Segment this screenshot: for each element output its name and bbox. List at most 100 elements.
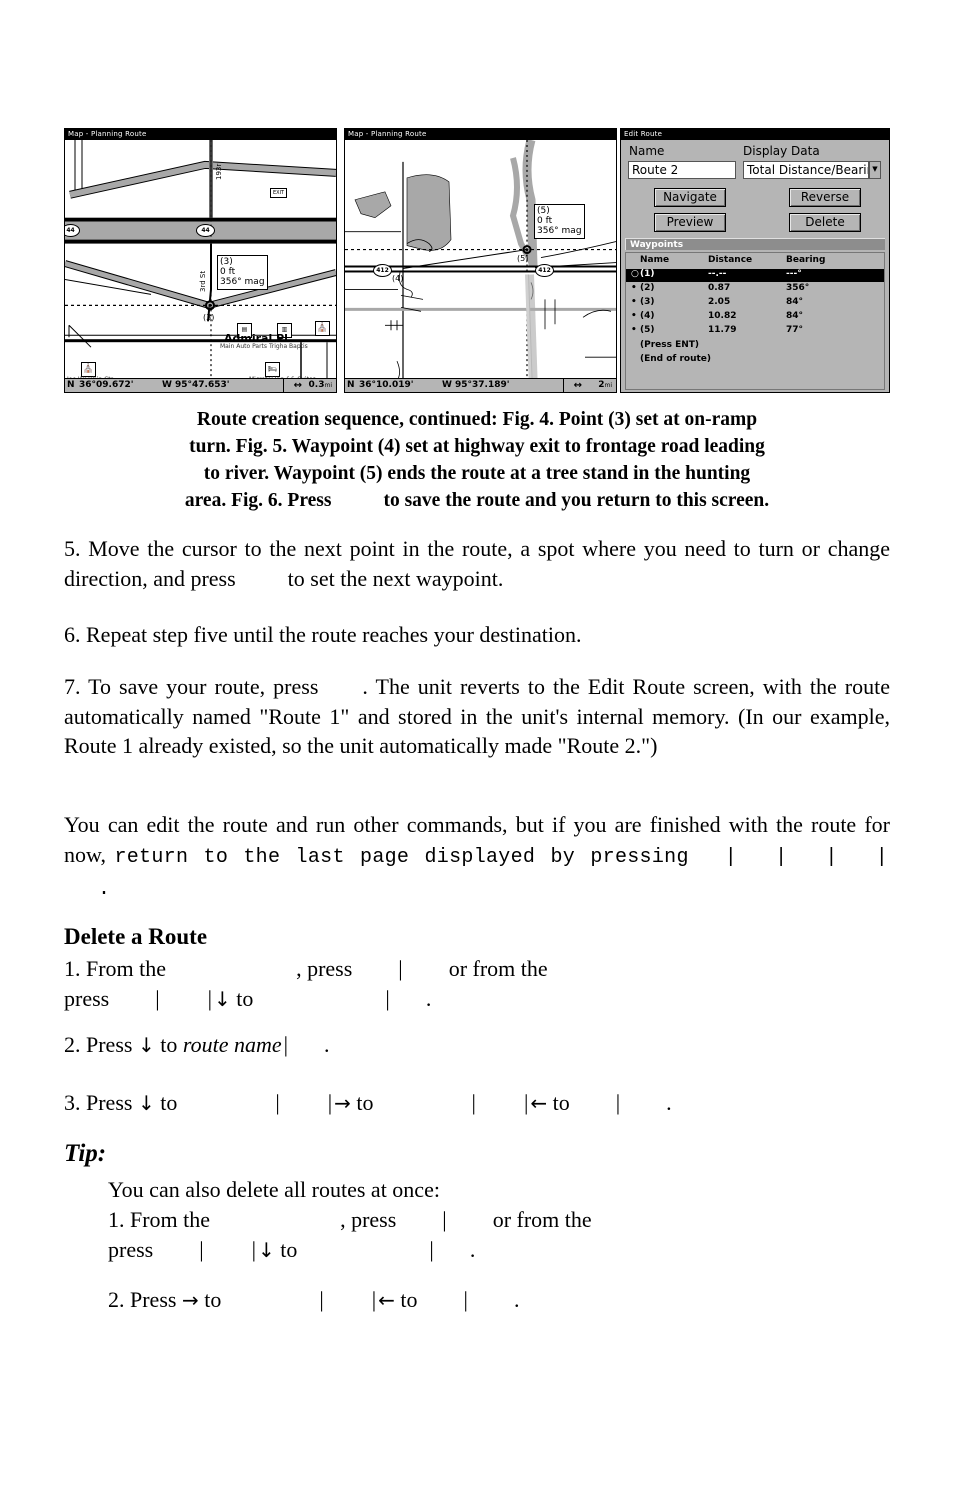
scale-arrows-icon: ↔	[573, 380, 582, 391]
delete-step1-d: press	[64, 985, 110, 1011]
exit-badge: EXIT	[270, 188, 288, 198]
paragraph-tip-intro: You can also delete all routes at once:	[64, 1175, 890, 1205]
paragraph-delete-step-3: 3. Press ↓ to | | → to | | ← to |.	[64, 1088, 890, 1119]
waypoints-section-header: Waypoints	[625, 238, 885, 250]
latitude-value: 36°10.019'	[359, 380, 414, 390]
arrow-down-icon: ↓	[137, 1091, 155, 1115]
figure-6-edit-route-screenshot: Edit Route Name Display Data Route 2 Tot…	[620, 128, 890, 393]
tip-step1-a: 1. From the	[108, 1207, 211, 1232]
delete-button[interactable]: Delete	[789, 213, 861, 232]
key-separator-bar: |	[471, 1090, 476, 1115]
column-header-bearing: Bearing	[786, 255, 826, 265]
arrow-right-icon: →	[334, 1091, 351, 1115]
navigate-button[interactable]: Navigate	[654, 188, 726, 207]
paragraph-step-6: 6. Repeat step five until the route reac…	[64, 622, 582, 647]
status-divider	[563, 379, 564, 392]
row-bearing: 356°	[786, 283, 810, 293]
map-scale: 2mi	[598, 380, 612, 390]
route-name-input[interactable]: Route 2	[628, 161, 736, 179]
key-separator-bar: |	[442, 1207, 447, 1232]
row-name: (1)	[640, 269, 655, 279]
table-row[interactable]: • (2) 0.87 356°	[626, 283, 884, 296]
key-separator-bar: |	[275, 1090, 280, 1115]
paragraph-step-5: 5. Move the cursor to the next point in …	[64, 534, 890, 593]
map-status-bar: N 36°10.019' W 95°37.189' ↔ 2mi	[345, 378, 616, 392]
row-distance: 2.05	[708, 297, 731, 307]
longitude-hemisphere: W	[442, 380, 452, 390]
delete-step1-c: or from the	[448, 956, 548, 981]
delete-step1-a: 1. From the	[64, 956, 167, 981]
paragraph-step-7: 7. To save your route, press. The unit r…	[64, 672, 890, 761]
reverse-button[interactable]: Reverse	[789, 188, 861, 207]
row-bullet-icon: •	[631, 311, 637, 321]
status-divider	[283, 379, 284, 392]
preview-button[interactable]: Preview	[654, 213, 726, 232]
tip-step2-end: .	[513, 1287, 520, 1312]
table-row[interactable]: • (5) 11.79 77°	[626, 325, 884, 338]
tip-step1-d: press	[108, 1236, 154, 1262]
figure-5-map-screenshot: Map - Planning Route (5) 0 ft 356° mag (…	[344, 128, 617, 393]
tip-step2-c: to	[400, 1287, 418, 1312]
row-bearing: 84°	[786, 297, 804, 307]
paragraph-delete-step-2: 2. Press ↓ to route name|.	[64, 1030, 890, 1061]
row-distance: 0.87	[708, 283, 731, 293]
column-header-distance: Distance	[708, 255, 753, 265]
key-separator-bar: |	[283, 1032, 289, 1057]
latitude-hemisphere: N	[67, 380, 75, 390]
row-bullet-icon: •	[631, 325, 637, 335]
key-separator-bar: |	[207, 985, 213, 1011]
paragraph-edit-route: You can edit the route and run other com…	[64, 810, 890, 905]
delete-step3-a: 3. Press	[64, 1090, 133, 1115]
highway-shield-412-right: 412	[535, 264, 554, 277]
highway-shield-412-left: 412	[373, 264, 392, 277]
key-separator-bar: |	[327, 1090, 333, 1115]
section-heading-delete-a-route: Delete a Route	[64, 924, 208, 949]
arrow-down-icon: ↓	[258, 1237, 275, 1262]
street-label-3rd-st: 3rd St	[199, 270, 207, 292]
arrow-down-icon: ↓	[137, 1033, 155, 1057]
caption-line-4: area. Fig. 6. Press to save the route and…	[64, 487, 890, 514]
map-body: 193r 3rd St EXIT 44 44 (3) 0 ft 356° mag…	[65, 140, 336, 392]
row-name: (4)	[640, 311, 655, 321]
longitude-value: 95°37.189'	[455, 380, 510, 390]
callout-bearing: 356° mag	[537, 226, 582, 236]
delete-step2-italic-route-name: route name	[182, 1032, 282, 1057]
chevron-down-icon[interactable]: ▼	[869, 161, 881, 179]
table-row[interactable]: • (3) 2.05 84°	[626, 297, 884, 310]
document-page: Map - Planning Route 193r 3rd St EXIT 44…	[0, 0, 954, 1487]
callout-name: (5)	[537, 206, 550, 216]
row-name: (3)	[640, 297, 655, 307]
tip-step1-b: , press	[340, 1207, 397, 1232]
arrow-left-icon: ←	[378, 1288, 395, 1312]
figure-row: Map - Planning Route 193r 3rd St EXIT 44…	[0, 128, 954, 396]
key-separator-bar: |	[875, 845, 889, 869]
edit-route-body: Name Display Data Route 2 Total Distance…	[621, 140, 889, 392]
step-7-text-a: 7. To save your route, press	[64, 674, 319, 699]
waypoint-4-marker-label: (4)	[392, 274, 404, 283]
delete-step3-b: to	[160, 1090, 178, 1115]
key-separator-bar: |	[199, 1236, 204, 1262]
map-vector-graphics	[65, 140, 336, 392]
longitude-value: 95°47.653'	[175, 380, 230, 390]
caption-line-2: turn. Fig. 5. Waypoint (4) set at highwa…	[189, 436, 765, 457]
tip-intro-text: You can also delete all routes at once:	[108, 1177, 440, 1202]
edit-route-text-mono: return to the last page displayed by pre…	[114, 845, 689, 869]
church-poi-icon-2: ⛪	[81, 362, 96, 377]
table-row[interactable]: • (4) 10.82 84°	[626, 311, 884, 324]
delete-step3-c: to	[356, 1090, 374, 1115]
delete-step2-b: to	[160, 1032, 178, 1057]
row-bullet-icon: •	[631, 297, 637, 307]
waypoint-3-callout: (3) 0 ft 356° mag	[217, 255, 268, 290]
map-title-bar: Map - Planning Route	[345, 129, 616, 140]
poi-row-labels: Main Auto Parts Trigha Baptis	[220, 343, 308, 350]
latitude-hemisphere: N	[347, 380, 355, 390]
display-data-select[interactable]: Total Distance/Bearing	[743, 161, 869, 179]
table-header-row: Name Distance Bearing	[626, 255, 884, 268]
key-separator-bar: |	[825, 845, 838, 869]
longitude-hemisphere: W	[162, 380, 172, 390]
delete-step3-end: .	[666, 1090, 672, 1115]
table-row[interactable]: ○ (1) --.-- ---°	[626, 269, 884, 282]
delete-step3-d: to	[552, 1090, 570, 1115]
waypoints-table[interactable]: Name Distance Bearing ○ (1) --.-- ---° •…	[625, 252, 885, 390]
paragraph-delete-step-1: 1. From the, press | or from the press | | ↓ …	[64, 954, 890, 1014]
